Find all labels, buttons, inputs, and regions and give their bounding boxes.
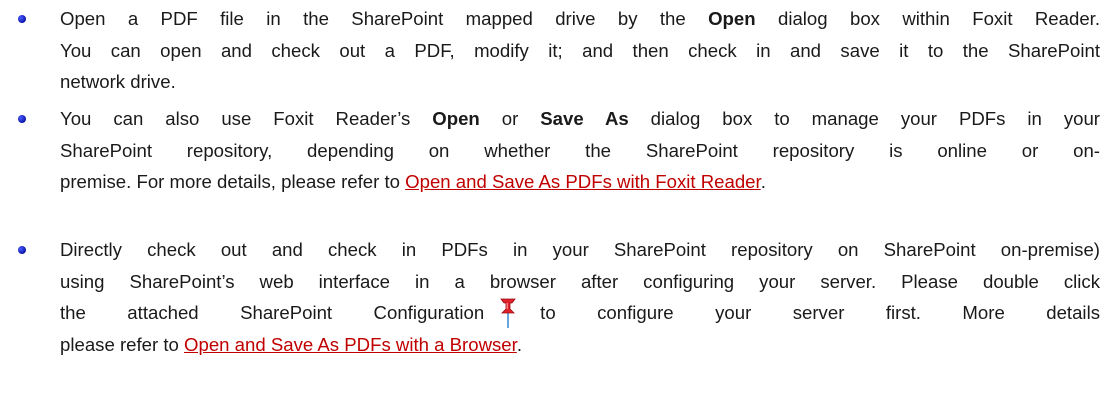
bullet-dot-icon [18,15,26,23]
text-run: Open a PDF file in the SharePoint mapped… [60,8,709,29]
text-run: . [760,171,766,192]
text-line: Open a PDF file in the SharePoint mapped… [60,3,1100,35]
text-line: using SharePoint’s web interface in a br… [60,270,1100,292]
text-run: please refer to [60,333,185,355]
bold-term: Open [432,108,480,129]
document-page: Open a PDF file in the SharePoint mapped… [0,0,1117,412]
text-line: SharePoint repository, depending on whet… [60,139,1100,161]
list-item-text: You can also use Foxit Reader’s Open or … [60,103,1100,198]
text-run: or [479,108,541,129]
text-line: network drive. [60,71,176,92]
bullet-dot-icon [18,115,26,123]
foxit-reader-help-link[interactable]: Open and Save As PDFs with Foxit Reader [405,171,761,192]
text-line: Directly check out and check in PDFs in … [60,239,1100,260]
text-line: the attached SharePoint Configuration to… [60,297,1100,329]
text-line: You can open and check out a PDF, modify… [60,39,1100,61]
bold-term: Open [708,8,756,29]
text-run: to configure your server first. More det… [540,302,1100,323]
text-run: You can also use Foxit Reader’s [60,108,433,129]
list-item-text: Open a PDF file in the SharePoint mapped… [60,3,1100,98]
text-run: . [516,333,522,355]
text-line: You can also use Foxit Reader’s Open or … [60,103,1100,135]
bullet-dot-icon [18,246,26,254]
text-run: dialog box to manage your PDFs in your [628,108,1100,129]
text-line: please refer to Open and Save As PDFs wi… [60,329,1100,361]
pushpin-attachment-icon[interactable] [498,298,518,328]
text-run: the attached SharePoint Configuration [60,302,485,323]
list-item-text: Directly check out and check in PDFs in … [60,234,1100,360]
bold-term: Save As [540,108,629,129]
text-run: premise. For more details, please refer … [60,171,406,192]
text-run: dialog box within Foxit Reader. [755,8,1101,29]
browser-help-link[interactable]: Open and Save As PDFs with a Browser [184,334,517,355]
text-line: premise. For more details, please refer … [60,166,1100,198]
